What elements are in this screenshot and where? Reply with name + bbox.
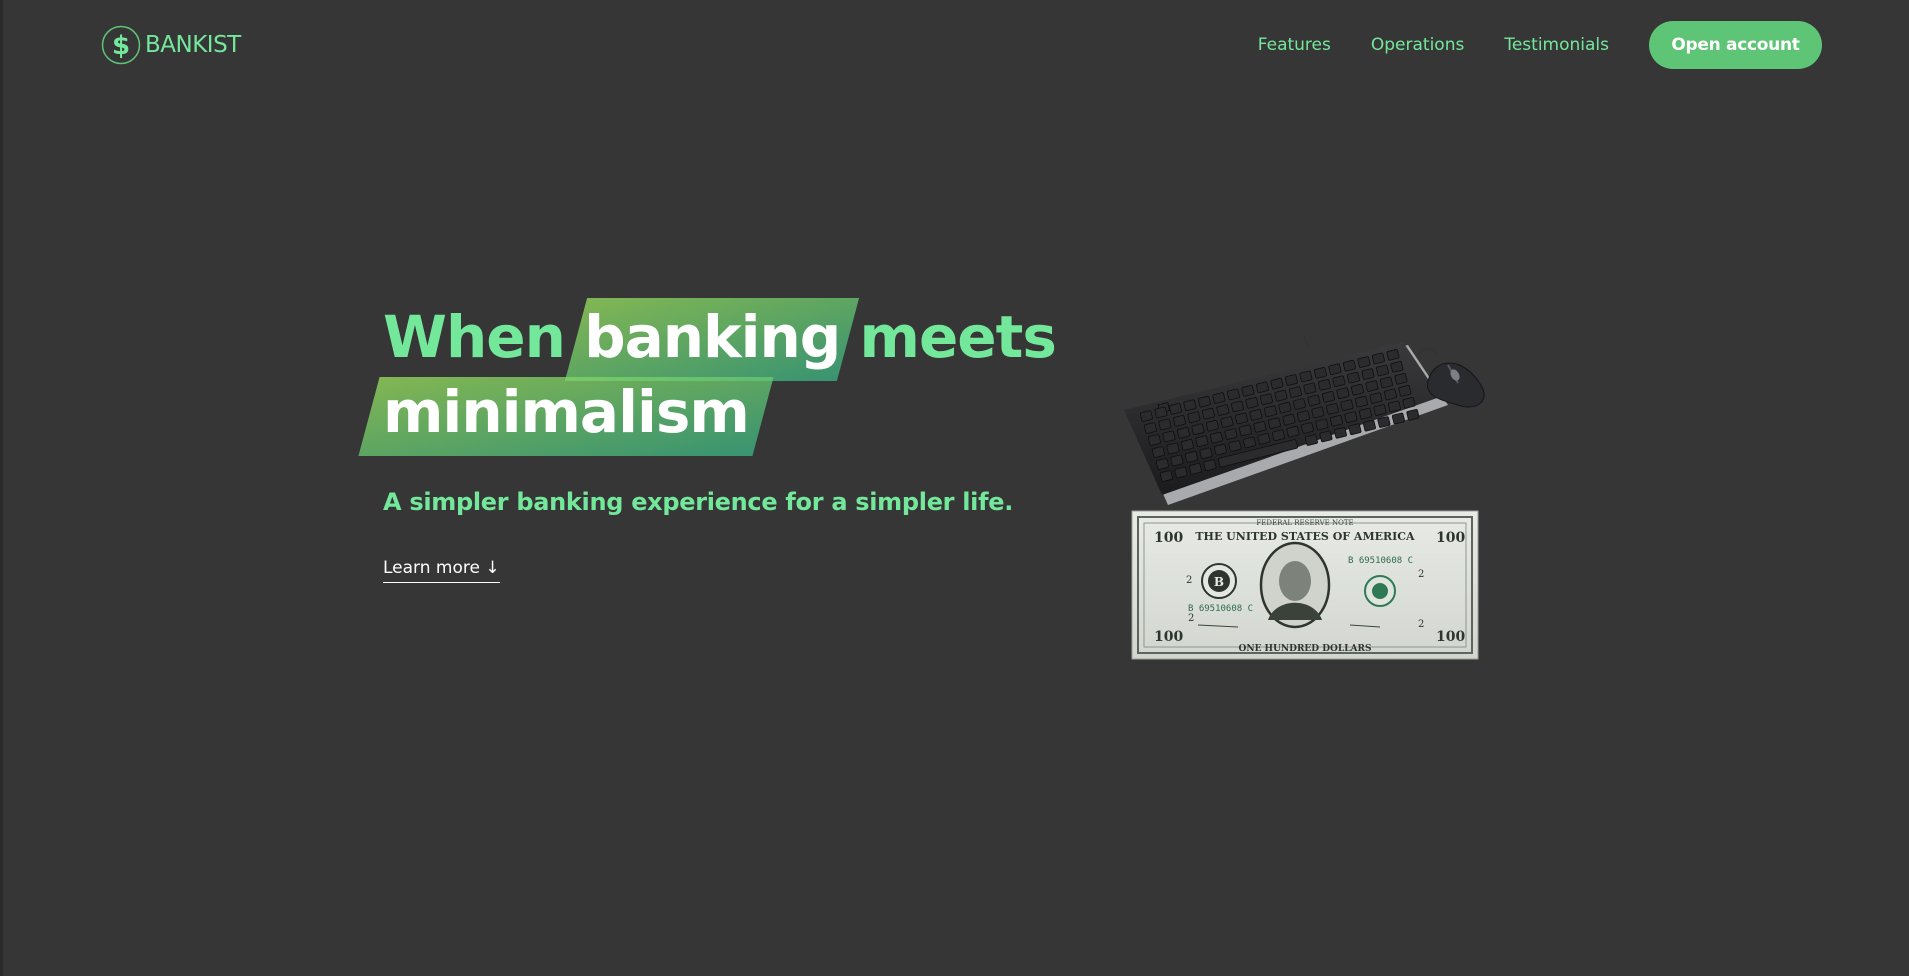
nav-link-testimonials[interactable]: Testimonials: [1504, 35, 1609, 55]
note-district-right: 2: [1418, 569, 1424, 580]
hero-highlight-banking: banking: [584, 300, 841, 375]
note-denomination-bl: 100: [1154, 629, 1183, 645]
note-serial-right: B 69510608 C: [1348, 556, 1413, 566]
note-denomination-br: 100: [1436, 629, 1465, 645]
hero-subtitle: A simpler banking experience for a simpl…: [383, 488, 1014, 516]
note-bottom-band: ONE HUNDRED DOLLARS: [1239, 644, 1372, 654]
top-navigation: $ BANKIST Features Operations Testimonia…: [3, 0, 1909, 90]
logo[interactable]: $ BANKIST: [101, 25, 241, 65]
open-account-button[interactable]: Open account: [1649, 21, 1822, 69]
hero-title: When banking meets minimalism: [383, 300, 1057, 450]
note-top-band: FEDERAL RESERVE NOTE: [1256, 519, 1353, 527]
hero-highlight-minimalism: minimalism: [383, 375, 750, 450]
note-district-right-lower: 2: [1418, 619, 1424, 630]
logo-text: BANKIST: [145, 32, 241, 58]
note-district-left: 2: [1186, 575, 1192, 586]
note-header: THE UNITED STATES OF AMERICA: [1195, 530, 1415, 543]
hero-image: FEDERAL RESERVE NOTE THE UNITED STATES O…: [1118, 332, 1488, 665]
nav-link-features[interactable]: Features: [1258, 35, 1331, 55]
hero-title-word: When: [383, 303, 566, 371]
note-denomination-tr: 100: [1436, 530, 1465, 546]
nav-links: Features Operations Testimonials Open ac…: [1258, 21, 1822, 69]
note-serial-left: B 69510608 C: [1188, 604, 1253, 614]
note-denomination-tl: 100: [1154, 530, 1183, 546]
nav-link-operations[interactable]: Operations: [1371, 35, 1464, 55]
svg-text:$: $: [112, 31, 130, 61]
banknote-illustration: FEDERAL RESERVE NOTE THE UNITED STATES O…: [1131, 510, 1479, 660]
note-district-left-lower: 2: [1188, 613, 1194, 624]
note-seal: B: [1214, 575, 1224, 589]
keyboard-illustration: [1124, 332, 1448, 505]
hero-title-word: meets: [859, 303, 1057, 371]
dollar-icon: $: [101, 25, 141, 65]
learn-more-link[interactable]: Learn more ↓: [383, 558, 500, 583]
